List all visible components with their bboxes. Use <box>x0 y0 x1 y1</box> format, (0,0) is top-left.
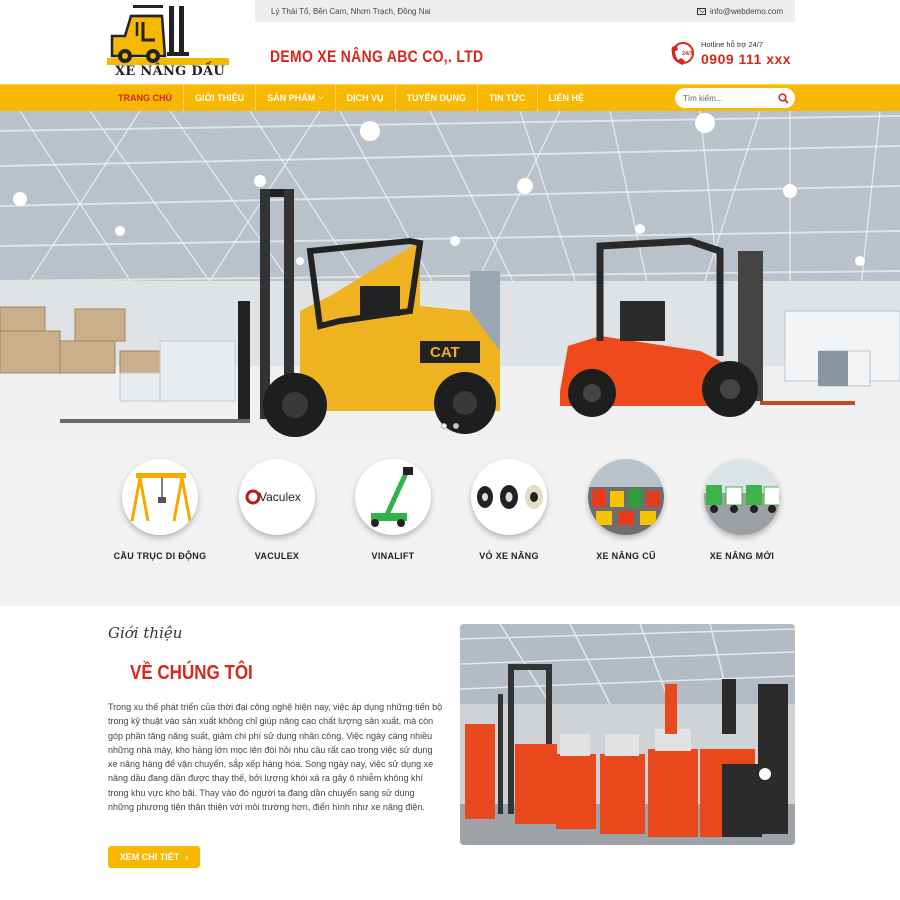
category-gantry-crane[interactable]: Cầu trục di động <box>100 459 220 561</box>
phone-24-7-icon: 24/7 <box>669 41 695 67</box>
warehouse-forklifts-image: CAT <box>0 111 900 441</box>
nav-about-label: Giới thiệu <box>195 93 245 103</box>
main-nav: Trang chủ Giới thiệu Sản phẩm ⌵ Dịch vụ T… <box>0 84 900 111</box>
mail-icon <box>696 7 706 15</box>
site-logo[interactable]: XE NÂNG DẦU <box>107 0 232 84</box>
about-script-title: Giới thiệu <box>108 624 183 642</box>
nav-products[interactable]: Sản phẩm ⌵ <box>256 85 336 111</box>
hotline-label: Hotline hỗ trợ 24/7 <box>701 40 764 49</box>
email-link[interactable]: info@webdemo.com <box>696 6 783 16</box>
category-label: Cầu trục di động <box>113 551 207 561</box>
read-more-label: XEM CHI TIẾT <box>119 852 180 862</box>
nav-news[interactable]: Tin tức <box>478 85 538 111</box>
category-label: Vỏ xe nâng <box>479 551 539 561</box>
email-text: info@webdemo.com <box>709 6 783 16</box>
read-more-button[interactable]: XEM CHI TIẾT › <box>108 846 200 868</box>
address-text: Lý Thái Tổ, Bến Cam, Nhơn Trạch, Đồng Na… <box>271 6 431 16</box>
nav-products-label: Sản phẩm <box>267 93 316 103</box>
chevron-down-icon: ⌵ <box>318 94 324 101</box>
nav-services[interactable]: Dịch vụ <box>336 85 396 111</box>
hero-banner: CAT <box>0 111 900 441</box>
category-new-forklifts[interactable]: Xe nâng mới <box>682 459 802 561</box>
svg-text:Vaculex: Vaculex <box>259 490 301 504</box>
category-label: Vaculex <box>254 551 300 561</box>
slider-dots <box>441 423 459 429</box>
vaculex-logo-icon: Vaculex <box>239 459 315 535</box>
category-label: Vinalift <box>371 551 415 561</box>
nav-home-label: Trang chủ <box>118 93 172 103</box>
nav-recruitment-label: Tuyển dụng <box>406 93 467 103</box>
category-vaculex[interactable]: Vaculex Vaculex <box>217 459 337 561</box>
svg-text:CAT: CAT <box>430 344 460 361</box>
category-label: Xe nâng mới <box>709 551 775 561</box>
tires-icon <box>471 459 547 535</box>
chevron-right-icon: › <box>185 852 189 862</box>
nav-services-label: Dịch vụ <box>346 93 384 103</box>
about-image <box>460 624 795 845</box>
about-body: Trong xu thế phát triển của thời đại côn… <box>108 702 443 813</box>
new-forklifts-icon <box>704 459 780 535</box>
search-input[interactable] <box>683 93 775 103</box>
gantry-crane-icon <box>122 459 198 535</box>
used-forklifts-icon <box>588 459 664 535</box>
company-name: DEMO XE NÂNG ABC CO,. LTD <box>270 47 484 66</box>
green-lift-icon <box>355 459 431 535</box>
category-label: Xe nâng cũ <box>596 551 656 561</box>
hotline[interactable]: 24/7 Hotline hỗ trợ 24/7 0909 111 xxx <box>669 40 791 67</box>
electric-forklifts-image <box>460 624 795 845</box>
nav-about[interactable]: Giới thiệu <box>184 85 257 111</box>
nav-contact[interactable]: Liên hệ <box>538 85 596 111</box>
nav-contact-label: Liên hệ <box>548 93 585 103</box>
slider-dot-2[interactable] <box>453 423 459 429</box>
nav-news-label: Tin tức <box>489 93 526 103</box>
search-icon[interactable] <box>778 92 789 104</box>
logo-text: XE NÂNG DẦU <box>115 64 225 79</box>
nav-home[interactable]: Trang chủ <box>107 85 184 111</box>
category-tires[interactable]: Vỏ xe nâng <box>449 459 569 561</box>
search-box <box>675 88 795 108</box>
hotline-number[interactable]: 0909 111 xxx <box>701 51 791 67</box>
top-info-bar: Lý Thái Tổ, Bến Cam, Nhơn Trạch, Đồng Na… <box>255 0 795 22</box>
about-title: VỀ CHÚNG TÔI <box>130 662 253 684</box>
slider-dot-1[interactable] <box>441 423 447 429</box>
nav-recruitment[interactable]: Tuyển dụng <box>396 85 479 111</box>
category-used-forklifts[interactable]: Xe nâng cũ <box>566 459 686 561</box>
product-categories: Cầu trục di động Vaculex Vaculex Vinalif… <box>0 441 900 606</box>
svg-text:24/7: 24/7 <box>682 51 693 57</box>
category-vinalift[interactable]: Vinalift <box>333 459 453 561</box>
